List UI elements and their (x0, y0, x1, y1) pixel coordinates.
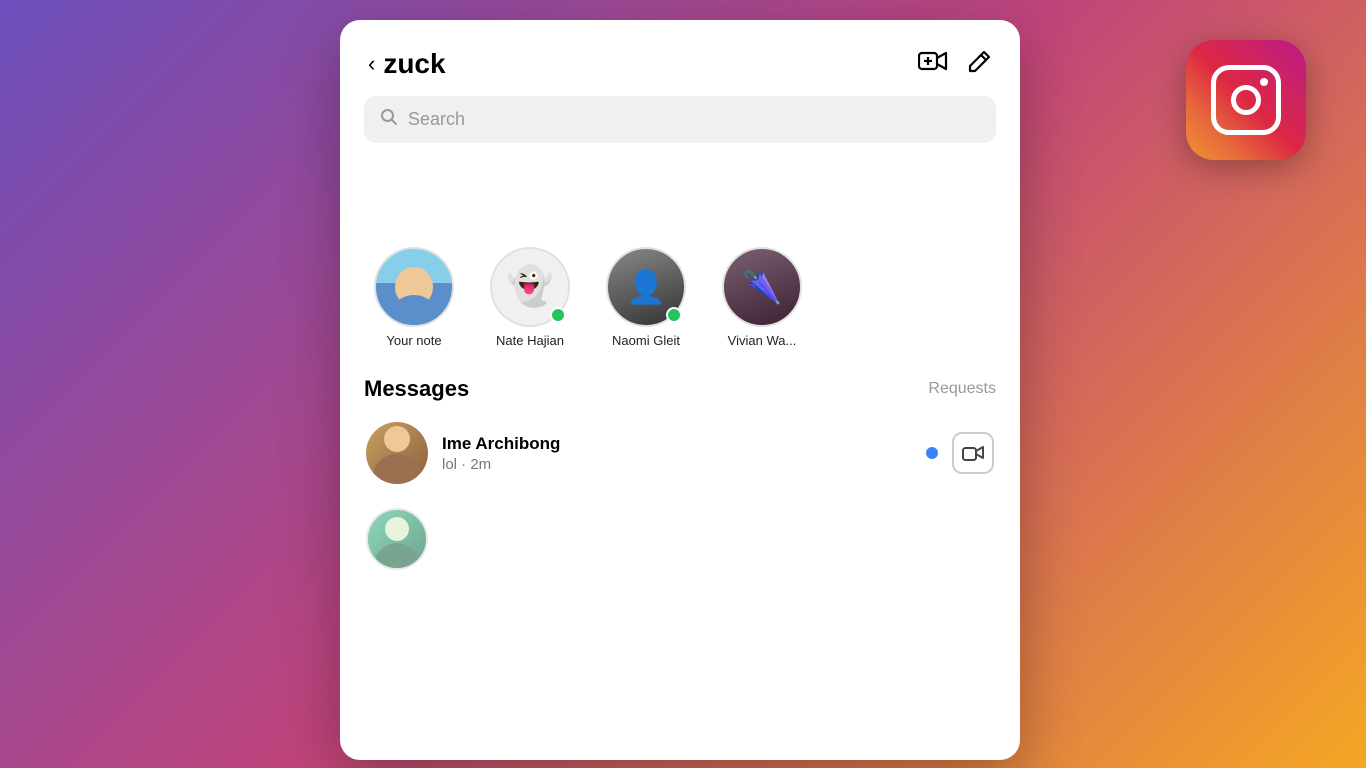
message-avatar-partial (366, 508, 428, 570)
message-preview-ime: lol · 2m (442, 456, 912, 473)
note-label-nate: Nate Hajian (496, 333, 564, 348)
message-avatar-ime (366, 422, 428, 484)
compose-icon[interactable] (966, 49, 992, 79)
note-label-your-note: Your note (386, 333, 441, 348)
camera-button[interactable] (952, 432, 994, 474)
message-info-ime: Ime Archibong lol · 2m (442, 434, 912, 473)
search-bar[interactable]: Search (364, 96, 996, 143)
notes-row: 🎵 ♫ Flowers Miley Cyrus Music in Notes 🎵 (340, 239, 1020, 360)
header: ‹ zuck (340, 20, 1020, 96)
message-name-ime: Ime Archibong (442, 434, 912, 454)
message-list: Ime Archibong lol · 2m (340, 410, 1020, 582)
note-item-nate[interactable]: 👻 Nate Hajian (480, 247, 580, 348)
note-label-naomi: Naomi Gleit (612, 333, 680, 348)
note-item-your-note[interactable]: 🎵 ♫ Flowers Miley Cyrus Music in Notes 🎵 (364, 247, 464, 348)
note-item-vivian[interactable]: 🌂 Vivian Wa... (712, 247, 812, 348)
phone-panel: ‹ zuck (340, 20, 1020, 760)
unread-indicator (926, 447, 938, 459)
section-header: Messages Requests (340, 364, 1020, 410)
note-avatar-zuck (374, 247, 454, 327)
online-indicator-nate (550, 307, 566, 323)
online-indicator-naomi (666, 307, 682, 323)
messages-title: Messages (364, 376, 469, 402)
header-left: ‹ zuck (368, 48, 446, 80)
note-avatar-vivian: 🌂 (722, 247, 802, 327)
search-icon (380, 108, 398, 131)
instagram-logo (1211, 65, 1281, 135)
new-room-icon[interactable] (918, 49, 948, 80)
requests-link[interactable]: Requests (928, 380, 996, 398)
message-item-ime[interactable]: Ime Archibong lol · 2m (352, 410, 1008, 496)
username-label: zuck (383, 48, 445, 80)
message-actions-ime (926, 432, 994, 474)
note-item-naomi[interactable]: Who is going to be in SF this weekend? 👀… (596, 247, 696, 348)
search-placeholder: Search (408, 109, 465, 130)
header-icons (918, 49, 992, 80)
instagram-circle (1231, 85, 1261, 115)
instagram-dot (1260, 78, 1268, 86)
instagram-app-icon (1186, 40, 1306, 160)
back-button[interactable]: ‹ (368, 51, 375, 77)
message-item-partial[interactable] (352, 496, 1008, 582)
note-label-vivian: Vivian Wa... (728, 333, 797, 348)
